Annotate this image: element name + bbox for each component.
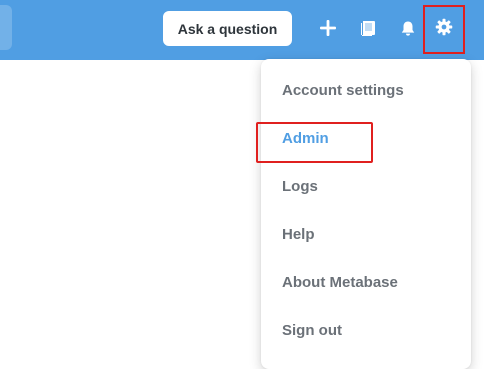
bell-icon[interactable] — [394, 14, 422, 42]
top-navbar: Ask a question — [0, 0, 484, 60]
collection-icon[interactable] — [354, 14, 382, 42]
settings-dropdown-menu: Account settings Admin Logs Help About M… — [261, 59, 471, 369]
gear-icon — [435, 18, 453, 41]
menu-item-sign-out[interactable]: Sign out — [282, 322, 342, 339]
search-bar[interactable] — [0, 5, 12, 50]
menu-item-account-settings[interactable]: Account settings — [282, 82, 404, 99]
menu-item-admin[interactable]: Admin — [282, 130, 329, 147]
settings-button[interactable] — [423, 5, 465, 54]
menu-item-logs[interactable]: Logs — [282, 178, 318, 195]
menu-item-about-metabase[interactable]: About Metabase — [282, 274, 398, 291]
ask-question-button[interactable]: Ask a question — [163, 11, 292, 46]
menu-item-help[interactable]: Help — [282, 226, 315, 243]
plus-icon[interactable] — [314, 14, 342, 42]
